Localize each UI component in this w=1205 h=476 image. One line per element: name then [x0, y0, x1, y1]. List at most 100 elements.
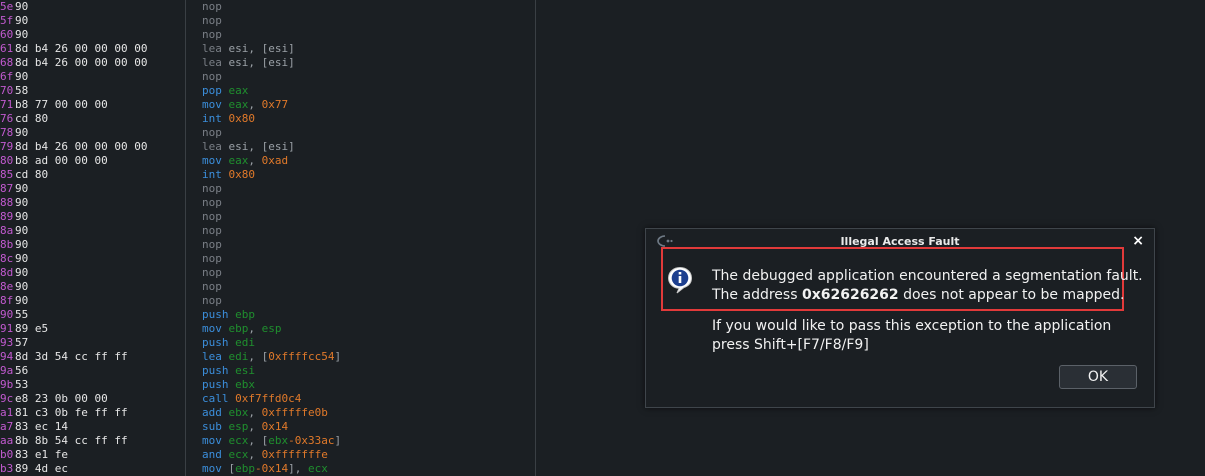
- info-icon: [667, 266, 693, 294]
- disassembly-row[interactable]: 89 90 nop: [0, 210, 540, 224]
- instruction-cell: lea esi, [esi]: [202, 56, 295, 70]
- address-cell: 5f: [0, 14, 14, 27]
- instruction-cell: nop: [202, 266, 222, 280]
- mnemonic: and: [202, 448, 222, 461]
- opcode-bytes-cell: 90: [15, 28, 29, 41]
- opcode-bytes-cell: cd 80: [15, 168, 49, 181]
- disassembly-row[interactable]: 60 90 nop: [0, 28, 540, 42]
- operand-text: ,: [248, 448, 262, 461]
- operand-text: ,: [248, 406, 262, 419]
- disassembly-row[interactable]: 91 89 e5 mov ebp, esp: [0, 322, 540, 336]
- disassembly-row[interactable]: 8c 90 nop: [0, 252, 540, 266]
- disassembly-row[interactable]: 9a 56 push esi: [0, 364, 540, 378]
- mnemonic: lea: [202, 350, 222, 363]
- operand-text: ]: [334, 434, 342, 447]
- disassembly-row[interactable]: aa 8b 8b 54 cc ff ff mov ecx, [ebx-0x33ac]: [0, 434, 540, 448]
- disassembly-row[interactable]: 85 cd 80 int 0x80: [0, 168, 540, 182]
- address-cell: 9c: [0, 392, 14, 405]
- address-cell: 88: [0, 196, 14, 209]
- instruction-cell: int 0x80: [202, 168, 255, 182]
- instruction-cell: lea edi, [0xffffcc54]: [202, 350, 341, 364]
- disassembly-row[interactable]: 8e 90 nop: [0, 280, 540, 294]
- address-cell: 79: [0, 140, 14, 153]
- address-cell: 8e: [0, 280, 14, 293]
- fault-address: 0x62626262: [801, 287, 899, 303]
- ok-button[interactable]: OK: [1059, 365, 1137, 389]
- immediate-operand: 0xfffffffe: [261, 448, 328, 461]
- disassembly-row[interactable]: 80 b8 ad 00 00 00 mov eax, 0xad: [0, 154, 540, 168]
- instruction-cell: nop: [202, 280, 222, 294]
- disassembly-row[interactable]: 88 90 nop: [0, 196, 540, 210]
- immediate-operand: 0xad: [261, 154, 289, 167]
- address-cell: 8c: [0, 252, 14, 265]
- close-icon[interactable]: ×: [1132, 233, 1144, 249]
- mnemonic: mov: [202, 434, 222, 447]
- operand-text: , [: [248, 434, 269, 447]
- address-cell: 8a: [0, 224, 14, 237]
- mnemonic: nop: [202, 70, 222, 83]
- disassembly-row[interactable]: 68 8d b4 26 00 00 00 00 lea esi, [esi]: [0, 56, 540, 70]
- disassembly-row[interactable]: 8a 90 nop: [0, 224, 540, 238]
- operand-text: , [: [248, 350, 269, 363]
- disassembly-row[interactable]: 79 8d b4 26 00 00 00 00 lea esi, [esi]: [0, 140, 540, 154]
- disassembly-row[interactable]: 94 8d 3d 54 cc ff ff lea edi, [0xffffcc54]: [0, 350, 540, 364]
- address-cell: 9a: [0, 364, 14, 377]
- disassembly-row[interactable]: a7 83 ec 14 sub esp, 0x14: [0, 420, 540, 434]
- disassembly-row[interactable]: b0 83 e1 fe and ecx, 0xfffffffe: [0, 448, 540, 462]
- disassembly-row[interactable]: 61 8d b4 26 00 00 00 00 lea esi, [esi]: [0, 42, 540, 56]
- disassembly-row[interactable]: 5e 90 nop: [0, 0, 540, 14]
- opcode-bytes-cell: b8 77 00 00 00: [15, 98, 108, 111]
- immediate-operand: 0xffffcc54: [268, 350, 335, 363]
- instruction-cell: int 0x80: [202, 112, 255, 126]
- register-operand: ebx: [268, 434, 289, 447]
- disassembly-row[interactable]: 9b 53 push ebx: [0, 378, 540, 392]
- address-cell: a1: [0, 406, 14, 419]
- mnemonic: push: [202, 378, 229, 391]
- disassembly-row[interactable]: 71 b8 77 00 00 00 mov eax, 0x77: [0, 98, 540, 112]
- opcode-bytes-cell: cd 80: [15, 112, 49, 125]
- instruction-cell: push ebp: [202, 308, 255, 322]
- disassembly-row[interactable]: 90 55 push ebp: [0, 308, 540, 322]
- disassembly-row[interactable]: 78 90 nop: [0, 126, 540, 140]
- instruction-cell: mov ecx, [ebx-0x33ac]: [202, 434, 341, 448]
- address-cell: 8d: [0, 266, 14, 279]
- register-operand: esi: [235, 364, 255, 377]
- disassembly-row[interactable]: 9c e8 23 0b 00 00 call 0xf7ffd0c4: [0, 392, 540, 406]
- immediate-operand: 0x14: [261, 420, 289, 433]
- disassembly-row[interactable]: 70 58 pop eax: [0, 84, 540, 98]
- register-operand: ebp: [228, 322, 249, 335]
- mnemonic: push: [202, 336, 229, 349]
- disassembly-row[interactable]: 5f 90 nop: [0, 14, 540, 28]
- disassembly-row[interactable]: 8b 90 nop: [0, 238, 540, 252]
- opcode-bytes-cell: 53: [15, 378, 29, 391]
- opcode-bytes-cell: 8d b4 26 00 00 00 00: [15, 56, 148, 69]
- opcode-bytes-cell: e8 23 0b 00 00: [15, 392, 108, 405]
- instruction-cell: sub esp, 0x14: [202, 420, 288, 434]
- address-cell: 78: [0, 126, 14, 139]
- disassembly-row[interactable]: 76 cd 80 int 0x80: [0, 112, 540, 126]
- register-operand: esp: [261, 322, 282, 335]
- mnemonic: lea: [202, 42, 222, 55]
- disassembly-row[interactable]: 87 90 nop: [0, 182, 540, 196]
- instruction-cell: lea esi, [esi]: [202, 42, 295, 56]
- register-operand: ebp: [235, 308, 255, 321]
- operand-text: esi, [esi]: [228, 56, 295, 69]
- mnemonic: nop: [202, 252, 222, 265]
- address-cell: a7: [0, 420, 14, 433]
- instruction-cell: mov ebp, esp: [202, 322, 282, 336]
- disassembly-row[interactable]: 93 57 push edi: [0, 336, 540, 350]
- disassembly-row[interactable]: b3 89 4d ec mov [ebp-0x14], ecx: [0, 462, 540, 476]
- disassembly-row[interactable]: 8d 90 nop: [0, 266, 540, 280]
- mnemonic: push: [202, 308, 229, 321]
- operand-text: ,: [248, 322, 262, 335]
- mnemonic: mov: [202, 322, 222, 335]
- illegal-access-fault-dialog: Illegal Access Fault × The debugged appl…: [645, 228, 1155, 408]
- disassembly-row[interactable]: a1 81 c3 0b fe ff ff add ebx, 0xfffffe0b: [0, 406, 540, 420]
- disassembly-row[interactable]: 6f 90 nop: [0, 70, 540, 84]
- disassembly-row[interactable]: 8f 90 nop: [0, 294, 540, 308]
- register-operand: eax: [228, 84, 249, 97]
- register-operand: edi: [228, 350, 249, 363]
- mnemonic: nop: [202, 294, 222, 307]
- immediate-operand: 0x77: [261, 98, 289, 111]
- instruction-cell: nop: [202, 252, 222, 266]
